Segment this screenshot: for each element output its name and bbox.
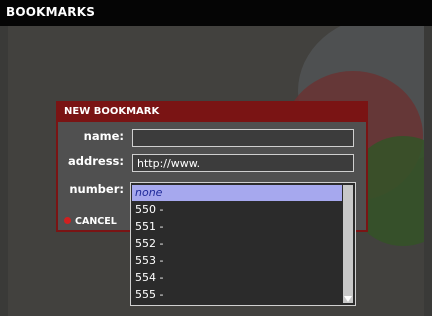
dialog-titlebar: NEW BOOKMARK: [58, 103, 366, 122]
cancel-button[interactable]: CANCEL: [64, 216, 117, 227]
number-label: number:: [69, 182, 124, 196]
dropdown-option[interactable]: 555 -: [135, 287, 337, 303]
address-label: address:: [68, 154, 124, 168]
address-field[interactable]: http://www.: [132, 154, 354, 172]
scroll-down-icon[interactable]: [344, 296, 352, 302]
name-field[interactable]: [132, 129, 354, 147]
dropdown-scrollbar[interactable]: [343, 185, 353, 303]
number-dropdown[interactable]: none 550 - 551 - 552 - 553 - 554 - 555 -: [130, 182, 356, 306]
page-title: BOOKMARKS: [6, 5, 96, 19]
cancel-label: CANCEL: [75, 216, 117, 227]
screen: BOOKMARKS NEW BOOKMARK name: address: ht…: [0, 0, 432, 316]
dropdown-option[interactable]: 551 -: [135, 219, 337, 235]
dropdown-option[interactable]: 550 -: [135, 202, 337, 218]
dialog-title: NEW BOOKMARK: [64, 106, 160, 117]
name-label: name:: [83, 129, 124, 143]
red-circle-icon: [64, 217, 71, 224]
dropdown-option[interactable]: 553 -: [135, 253, 337, 269]
header-bar: BOOKMARKS: [0, 0, 432, 26]
dropdown-option-selected[interactable]: none: [132, 185, 342, 201]
dropdown-option[interactable]: 552 -: [135, 236, 337, 252]
dropdown-option[interactable]: 554 -: [135, 270, 337, 286]
